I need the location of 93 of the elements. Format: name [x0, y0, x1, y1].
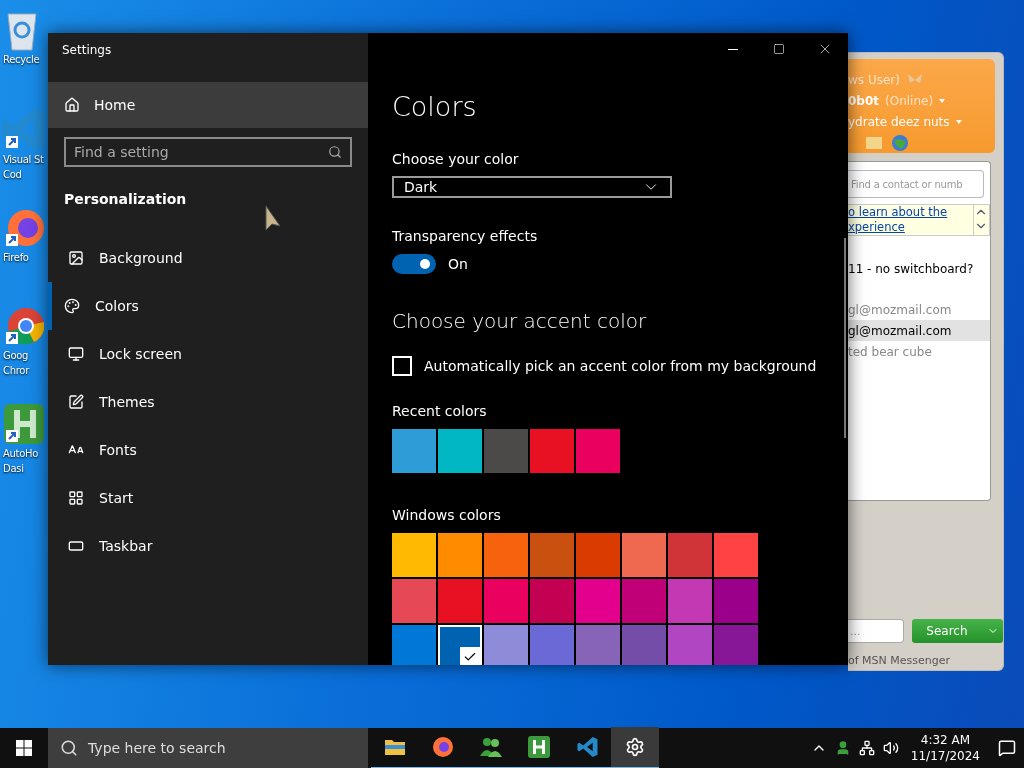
windows-logo-icon: [16, 740, 32, 756]
color-swatch[interactable]: [576, 533, 620, 577]
toggle-switch[interactable]: [392, 254, 436, 274]
desktop-icon-label[interactable]: Cod: [0, 167, 22, 182]
color-swatch[interactable]: [438, 429, 482, 473]
info-link[interactable]: xperience: [848, 220, 948, 235]
taskbar-app-button[interactable]: [611, 727, 659, 768]
color-swatch[interactable]: [530, 625, 574, 665]
desktop-icon-label[interactable]: AutoHo: [0, 446, 39, 461]
color-swatch[interactable]: [530, 429, 574, 473]
color-swatch[interactable]: [484, 429, 528, 473]
toggle-label: On: [448, 256, 468, 272]
notification-icon[interactable]: [998, 739, 1016, 757]
color-swatch[interactable]: [714, 625, 758, 665]
contact-item[interactable]: gl@mozmail.com: [848, 320, 990, 341]
color-swatch[interactable]: [392, 533, 436, 577]
color-swatch[interactable]: [622, 579, 666, 623]
browser-fox-icon: [432, 736, 454, 758]
folder-icon: [384, 737, 406, 757]
desktop-icon-label[interactable]: Recycle: [0, 52, 40, 67]
palette-icon: [64, 298, 80, 314]
settings-icon: [625, 737, 645, 757]
rectangle-icon: [68, 538, 84, 554]
nav-item[interactable]: Lock screen: [48, 330, 368, 378]
color-swatch[interactable]: [714, 533, 758, 577]
nav-item[interactable]: Background: [48, 234, 368, 282]
nav-item[interactable]: Start: [48, 474, 368, 522]
window-title: Settings: [61, 42, 113, 59]
color-swatch[interactable]: [392, 625, 436, 665]
desktop-icon-label[interactable]: Firefo: [0, 250, 29, 265]
grid-icon: [68, 490, 84, 506]
color-swatch[interactable]: [622, 533, 666, 577]
people-icon: [479, 736, 503, 758]
color-swatch[interactable]: [622, 625, 666, 665]
maximize-icon: [773, 43, 785, 55]
search-icon: [60, 739, 78, 757]
envelope-icon: [866, 136, 882, 149]
field-label: Recent colors: [392, 402, 488, 421]
status-text: of MSN Messenger: [848, 654, 952, 667]
nav-item[interactable]: Taskbar: [48, 522, 368, 570]
color-swatch[interactable]: [668, 579, 712, 623]
color-swatch[interactable]: [484, 625, 528, 665]
color-swatch[interactable]: [438, 533, 482, 577]
color-swatch[interactable]: [530, 579, 574, 623]
code-editor-icon[interactable]: [0, 106, 44, 152]
color-swatch[interactable]: [714, 579, 758, 623]
info-link[interactable]: o learn about the: [848, 205, 948, 220]
color-mode-dropdown[interactable]: Dark: [392, 176, 672, 198]
color-swatch[interactable]: [668, 533, 712, 577]
field-label: Choose your color: [392, 150, 520, 169]
field-label: Transparency effects: [392, 227, 539, 246]
code-editor-icon: [576, 736, 598, 758]
color-swatch[interactable]: [484, 579, 528, 623]
color-swatch[interactable]: [576, 579, 620, 623]
field-label: Windows colors: [392, 506, 502, 525]
nav-item[interactable]: Fonts: [48, 426, 368, 474]
desktop-icon-label[interactable]: Chror: [0, 363, 29, 378]
caret-icon: [939, 98, 946, 103]
network-icon[interactable]: [858, 740, 875, 756]
caret-icon: [955, 119, 962, 124]
color-swatch[interactable]: [576, 625, 620, 665]
desktop-icon-label[interactable]: Goog: [0, 348, 29, 363]
color-swatch[interactable]: [392, 579, 436, 623]
desktop-icon-label[interactable]: Visual St: [0, 152, 44, 167]
page-title: Colors: [392, 90, 478, 124]
desktop-icon-label[interactable]: Dasi: [0, 461, 24, 476]
pen-icon: [68, 394, 84, 410]
picture-icon: [68, 250, 84, 266]
checkbox[interactable]: [392, 356, 412, 376]
color-swatch[interactable]: [438, 579, 482, 623]
color-swatch[interactable]: [530, 533, 574, 577]
home-icon: [64, 97, 80, 113]
color-swatch[interactable]: [576, 429, 620, 473]
letter-h-icon: [527, 735, 551, 759]
monitor-icon: [68, 346, 84, 362]
color-swatch[interactable]: [438, 625, 482, 665]
section-heading: Personalization: [64, 190, 188, 209]
search-icon: [328, 145, 342, 159]
nav-item[interactable]: Themes: [48, 378, 368, 426]
color-swatch[interactable]: [392, 429, 436, 473]
globe-icon: [892, 134, 908, 151]
clock[interactable]: 4:32 AM 11/17/2024: [910, 732, 980, 764]
search-field[interactable]: Find a setting: [64, 137, 352, 167]
minimize-icon: [728, 48, 738, 50]
account-label: ws User): [848, 72, 900, 87]
cursor-icon: [262, 204, 284, 232]
section-heading: Choose your accent color: [392, 308, 648, 335]
speaker-icon[interactable]: [882, 740, 899, 756]
color-swatch[interactable]: [668, 625, 712, 665]
home-nav-item[interactable]: Home: [48, 82, 368, 128]
color-swatch[interactable]: [484, 533, 528, 577]
checkbox-label[interactable]: Automatically pick an accent color from my background: [424, 358, 817, 374]
taskbar-search-field[interactable]: Type here to search: [48, 728, 368, 768]
